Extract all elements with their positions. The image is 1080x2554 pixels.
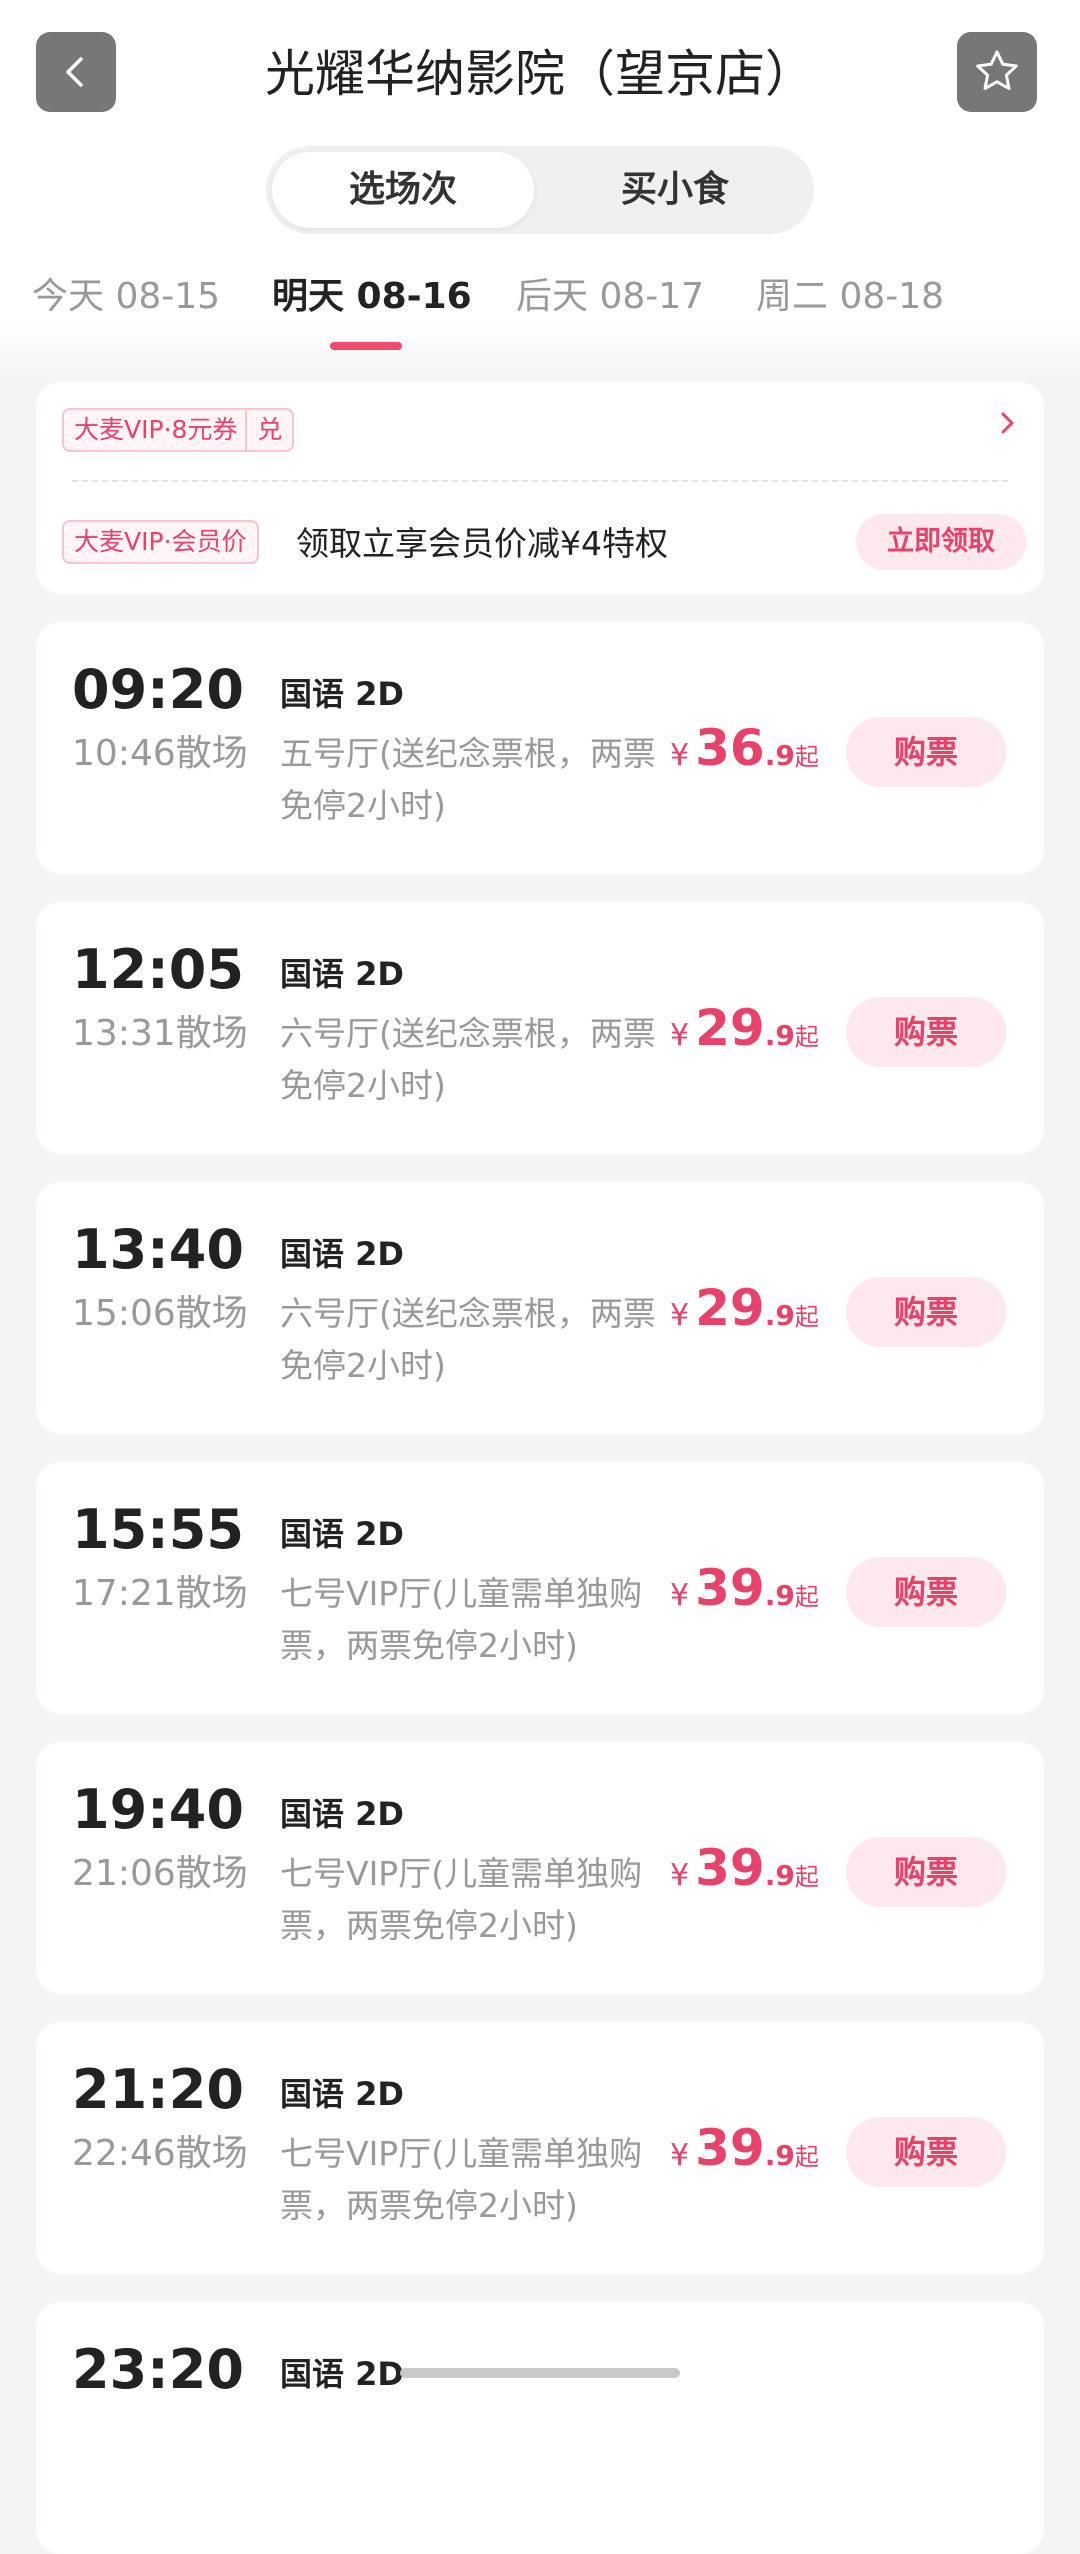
buy-ticket-button[interactable]: 购票 <box>846 717 1006 787</box>
showtime-card[interactable]: 23:20 国语 2D <box>36 2302 1044 2554</box>
hall-description: 七号VIP厅(儿童需单独购票，两票免停2小时) <box>280 1574 643 1665</box>
price-integer: 39 <box>695 1559 765 1617</box>
back-button[interactable] <box>36 32 116 112</box>
date-tab-day-after[interactable]: 后天 08-17 <box>516 272 704 322</box>
segment-snacks[interactable]: 买小食 <box>544 152 806 228</box>
hall-description: 六号厅(送纪念票根，两票免停2小时) <box>280 1294 656 1385</box>
vip-coupon-separator: · <box>163 415 172 444</box>
page-title: 光耀华纳影院（望京店） <box>265 45 815 103</box>
currency-symbol: ¥ <box>670 1578 690 1613</box>
hall-description: 六号厅(送纪念票根，两票免停2小时) <box>280 1014 656 1105</box>
currency-symbol: ¥ <box>670 1018 690 1053</box>
vip-coupon-text: 8元券 <box>171 415 238 444</box>
start-time: 21:20 <box>72 2058 244 2121</box>
price-integer: 29 <box>695 999 765 1057</box>
buy-ticket-button[interactable]: 购票 <box>846 1837 1006 1907</box>
vip-coupon-redeem: 兑 <box>245 410 282 450</box>
language-format: 国语 2D <box>280 1235 404 1273</box>
date-tab-tuesday[interactable]: 周二 08-18 <box>756 272 944 322</box>
end-time: 15:06散场 <box>72 1293 248 1334</box>
currency-symbol: ¥ <box>670 738 690 773</box>
currency-symbol: ¥ <box>670 1298 690 1333</box>
hall-description: 七号VIP厅(儿童需单独购票，两票免停2小时) <box>280 1854 643 1945</box>
vip-coupon-tag[interactable]: 大麦VIP·8元券兑 <box>62 408 295 452</box>
price: ¥29.9起 <box>670 1278 819 1350</box>
showtime-card[interactable]: 09:20 10:46散场 国语 2D 五号厅(送纪念票根，两票免停2小时) ¥36.9… <box>36 622 1044 874</box>
language-format: 国语 2D <box>280 675 404 713</box>
vip-member-separator: · <box>163 527 172 556</box>
end-time: 22:46散场 <box>72 2133 248 2174</box>
start-time: 13:40 <box>72 1218 244 1281</box>
language-format: 国语 2D <box>280 2075 404 2113</box>
currency-symbol: ¥ <box>670 2138 690 2173</box>
language-format: 国语 2D <box>280 955 404 993</box>
price: ¥39.9起 <box>670 1558 819 1630</box>
showtime-card[interactable]: 15:55 17:21散场 国语 2D 七号VIP厅(儿童需单独购票，两票免停2小时)… <box>36 1462 1044 1714</box>
language-format: 国语 2D <box>280 1795 404 1833</box>
price-suffix: 起 <box>794 1023 819 1051</box>
buy-ticket-button[interactable]: 购票 <box>846 1557 1006 1627</box>
price-decimal: .9 <box>764 1579 795 1612</box>
star-outline-icon <box>976 50 1018 90</box>
vip-coupon-brand: 大麦VIP <box>74 415 164 444</box>
price-suffix: 起 <box>794 2143 819 2171</box>
promo-divider <box>72 480 1008 482</box>
currency-symbol: ¥ <box>670 1858 690 1893</box>
date-tab-indicator <box>330 342 402 350</box>
vip-member-brand: 大麦VIP <box>74 527 164 556</box>
price-integer: 29 <box>695 1279 765 1337</box>
showtime-card[interactable]: 21:20 22:46散场 国语 2D 七号VIP厅(儿童需单独购票，两票免停2小时)… <box>36 2022 1044 2274</box>
language-format: 国语 2D <box>280 1515 404 1553</box>
price-suffix: 起 <box>794 743 819 771</box>
buy-ticket-button[interactable]: 购票 <box>846 2117 1006 2187</box>
chevron-left-icon <box>66 57 83 87</box>
end-time: 17:21散场 <box>72 1573 248 1614</box>
price: ¥36.9起 <box>670 718 819 790</box>
price-integer: 39 <box>695 2119 765 2177</box>
price: ¥39.9起 <box>670 2118 819 2190</box>
end-time: 21:06散场 <box>72 1853 248 1894</box>
price-suffix: 起 <box>794 1303 819 1331</box>
hall-description: 七号VIP厅(儿童需单独购票，两票免停2小时) <box>280 2134 643 2225</box>
vip-member-text: 会员价 <box>171 527 247 556</box>
date-tab-today[interactable]: 今天 08-15 <box>32 272 220 322</box>
chevron-right-svg <box>1001 412 1014 434</box>
favorite-button[interactable] <box>957 32 1037 112</box>
price-decimal: .9 <box>764 1859 795 1892</box>
end-time: 13:31散场 <box>72 1013 248 1054</box>
start-time: 12:05 <box>72 938 244 1001</box>
price-decimal: .9 <box>764 2139 795 2172</box>
price-decimal: .9 <box>764 1299 795 1332</box>
end-time: 10:46散场 <box>72 733 248 774</box>
member-promo-description: 领取立享会员价减¥4特权 <box>296 524 668 563</box>
price-decimal: .9 <box>764 739 795 772</box>
language-format: 国语 2D <box>280 2355 404 2393</box>
showtime-card[interactable]: 19:40 21:06散场 国语 2D 七号VIP厅(儿童需单独购票，两票免停2小时)… <box>36 1742 1044 1994</box>
segment-control: 选场次 买小食 <box>266 146 814 234</box>
start-time: 09:20 <box>72 658 244 721</box>
price-integer: 39 <box>695 1839 765 1897</box>
price: ¥29.9起 <box>670 998 819 1070</box>
date-tab-tomorrow[interactable]: 明天 08-16 <box>272 272 472 322</box>
showtime-card[interactable]: 13:40 15:06散场 国语 2D 六号厅(送纪念票根，两票免停2小时) ¥29.9… <box>36 1182 1044 1434</box>
price-suffix: 起 <box>794 1583 819 1611</box>
price-suffix: 起 <box>794 1863 819 1891</box>
vip-member-tag: 大麦VIP·会员价 <box>62 520 259 564</box>
segment-showtimes[interactable]: 选场次 <box>272 152 534 228</box>
price-decimal: .9 <box>764 1019 795 1052</box>
showtime-card[interactable]: 12:05 13:31散场 国语 2D 六号厅(送纪念票根，两票免停2小时) ¥29.9… <box>36 902 1044 1154</box>
promo-card: 大麦VIP·8元券兑 大麦VIP·会员价 领取立享会员价减¥4特权 立即领取 <box>36 382 1044 594</box>
buy-ticket-button[interactable]: 购票 <box>846 997 1006 1067</box>
price: ¥39.9起 <box>670 1838 819 1910</box>
chevron-right-icon[interactable] <box>996 406 1020 447</box>
start-time: 19:40 <box>72 1778 244 1841</box>
start-time: 23:20 <box>72 2338 244 2401</box>
home-indicator[interactable] <box>400 2368 680 2378</box>
claim-now-button[interactable]: 立即领取 <box>856 514 1026 570</box>
start-time: 15:55 <box>72 1498 244 1561</box>
price-integer: 36 <box>695 719 765 777</box>
buy-ticket-button[interactable]: 购票 <box>846 1277 1006 1347</box>
hall-description: 五号厅(送纪念票根，两票免停2小时) <box>280 734 656 825</box>
